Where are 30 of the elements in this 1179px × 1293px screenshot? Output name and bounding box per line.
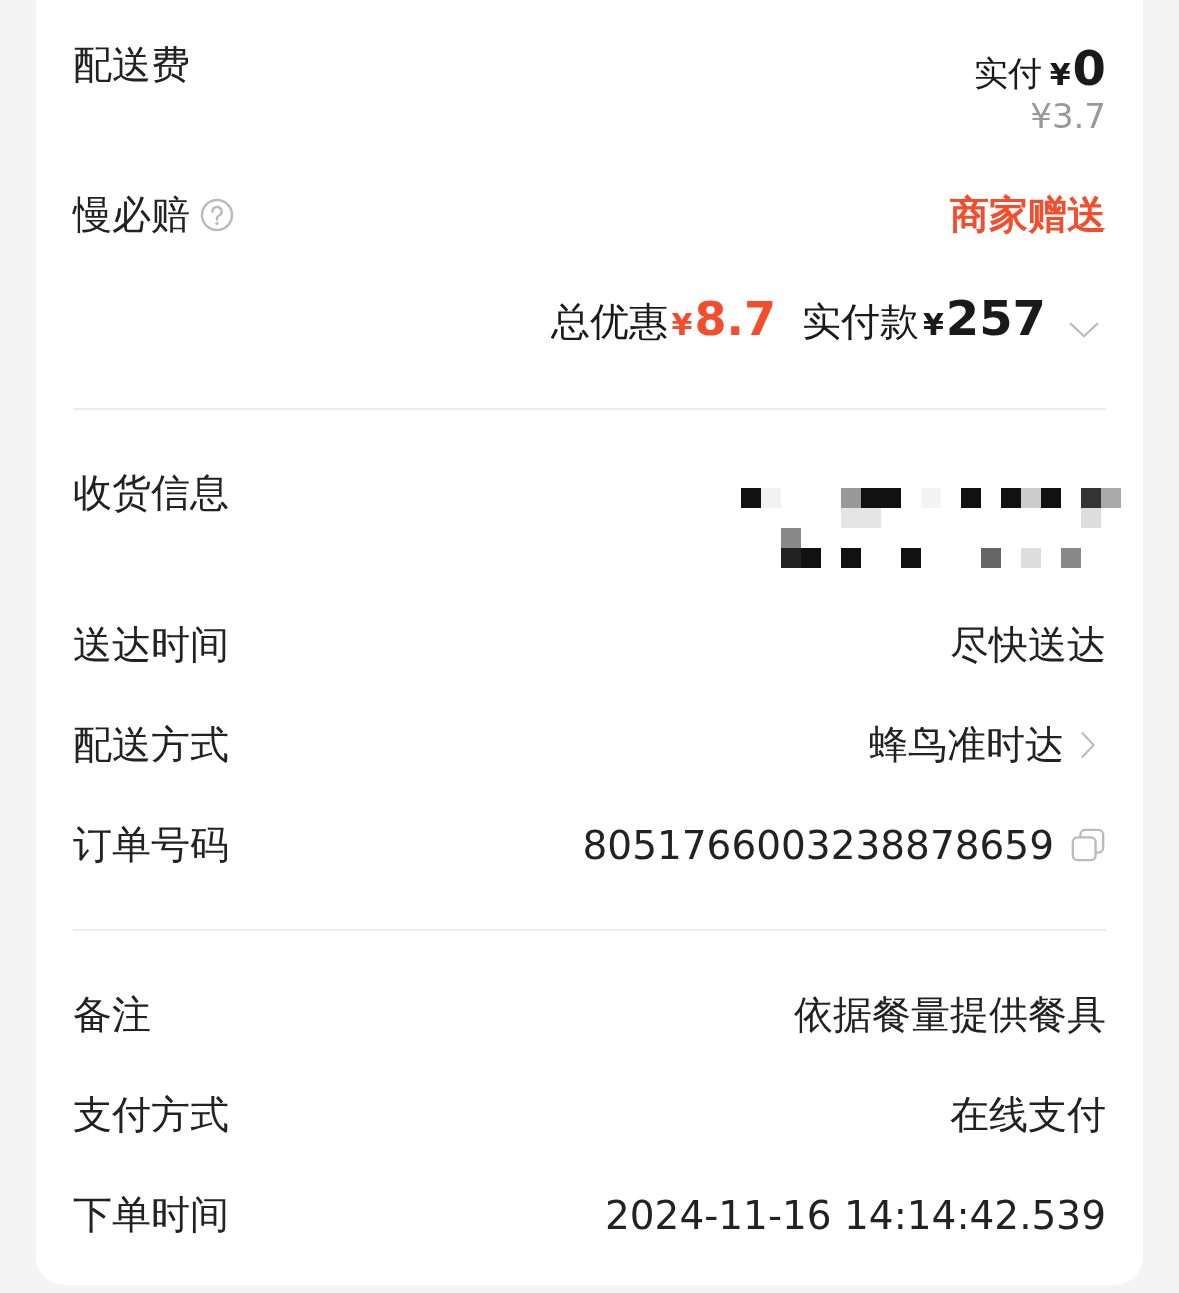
- info-label: 收货信息: [73, 469, 229, 517]
- info-value: 依据餐量提供餐具: [794, 991, 1106, 1039]
- discount-label: 总优惠: [550, 298, 668, 346]
- chevron-right-icon[interactable]: [1080, 730, 1096, 760]
- paid-label: 实付: [973, 52, 1042, 95]
- paid-amount: 0: [1072, 40, 1106, 96]
- info-value[interactable]: 蜂鸟准时达: [869, 718, 1064, 772]
- fee-label: 配送费: [73, 41, 190, 89]
- help-icon[interactable]: [200, 198, 234, 232]
- discount-amount: 8.7: [694, 292, 776, 346]
- compensation-value: 商家赠送: [950, 191, 1106, 239]
- info-label: 支付方式: [73, 1091, 229, 1139]
- info-label: 送达时间: [73, 621, 229, 669]
- currency-sign: ¥: [1049, 57, 1071, 92]
- info-value: 尽快送达: [950, 621, 1106, 669]
- info-label: 配送方式: [73, 721, 229, 769]
- total-paid-label: 实付款: [801, 298, 919, 346]
- currency-sign: ¥: [922, 307, 944, 342]
- info-label: 下单时间: [73, 1191, 229, 1239]
- original-price: ¥3.7: [1030, 96, 1106, 136]
- compensation-label: 慢必赔: [73, 191, 190, 239]
- info-value: 8051766003238878659: [582, 822, 1054, 868]
- info-value: 2024-11-16 14:14:42.539: [604, 1192, 1106, 1238]
- total-paid-amount: 257: [945, 290, 1046, 346]
- copy-icon[interactable]: [1070, 827, 1106, 863]
- info-value: 在线支付: [950, 1091, 1106, 1139]
- info-label: 订单号码: [73, 821, 229, 869]
- currency-sign: ¥: [671, 307, 693, 342]
- chevron-icon[interactable]: [1068, 321, 1100, 339]
- info-label: 备注: [73, 991, 151, 1039]
